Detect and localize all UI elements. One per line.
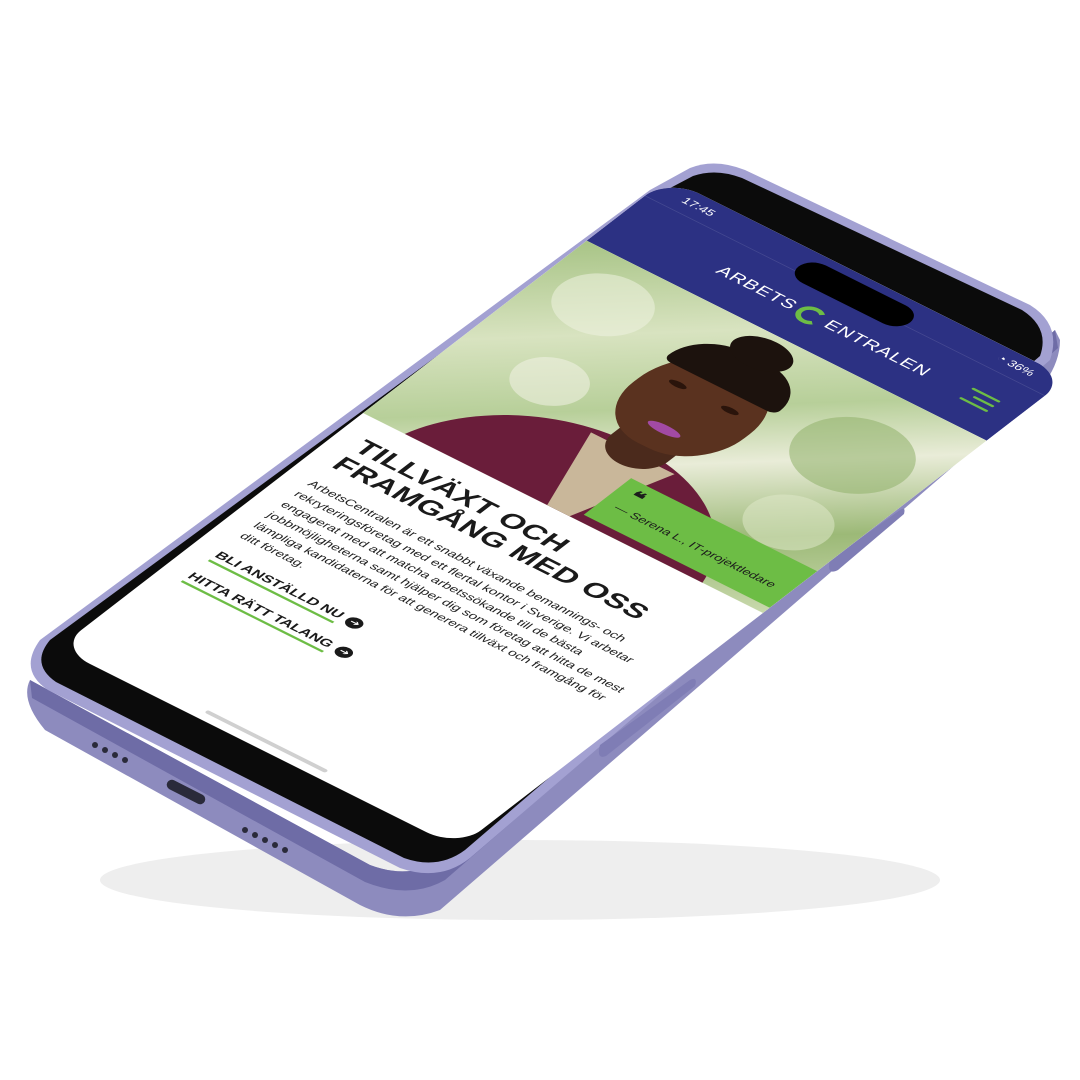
- arrow-right-icon: ➔: [341, 615, 368, 632]
- arrow-right-icon: ➔: [331, 644, 357, 661]
- phone-mockup: 17:45 ◔ 36% ARBETSENTRALEN ❝ — Serena L.…: [0, 0, 1080, 1080]
- logo-text-left: ARBETS: [711, 263, 802, 313]
- hamburger-menu-button[interactable]: [957, 386, 1003, 414]
- battery-text: 36%: [1003, 357, 1039, 378]
